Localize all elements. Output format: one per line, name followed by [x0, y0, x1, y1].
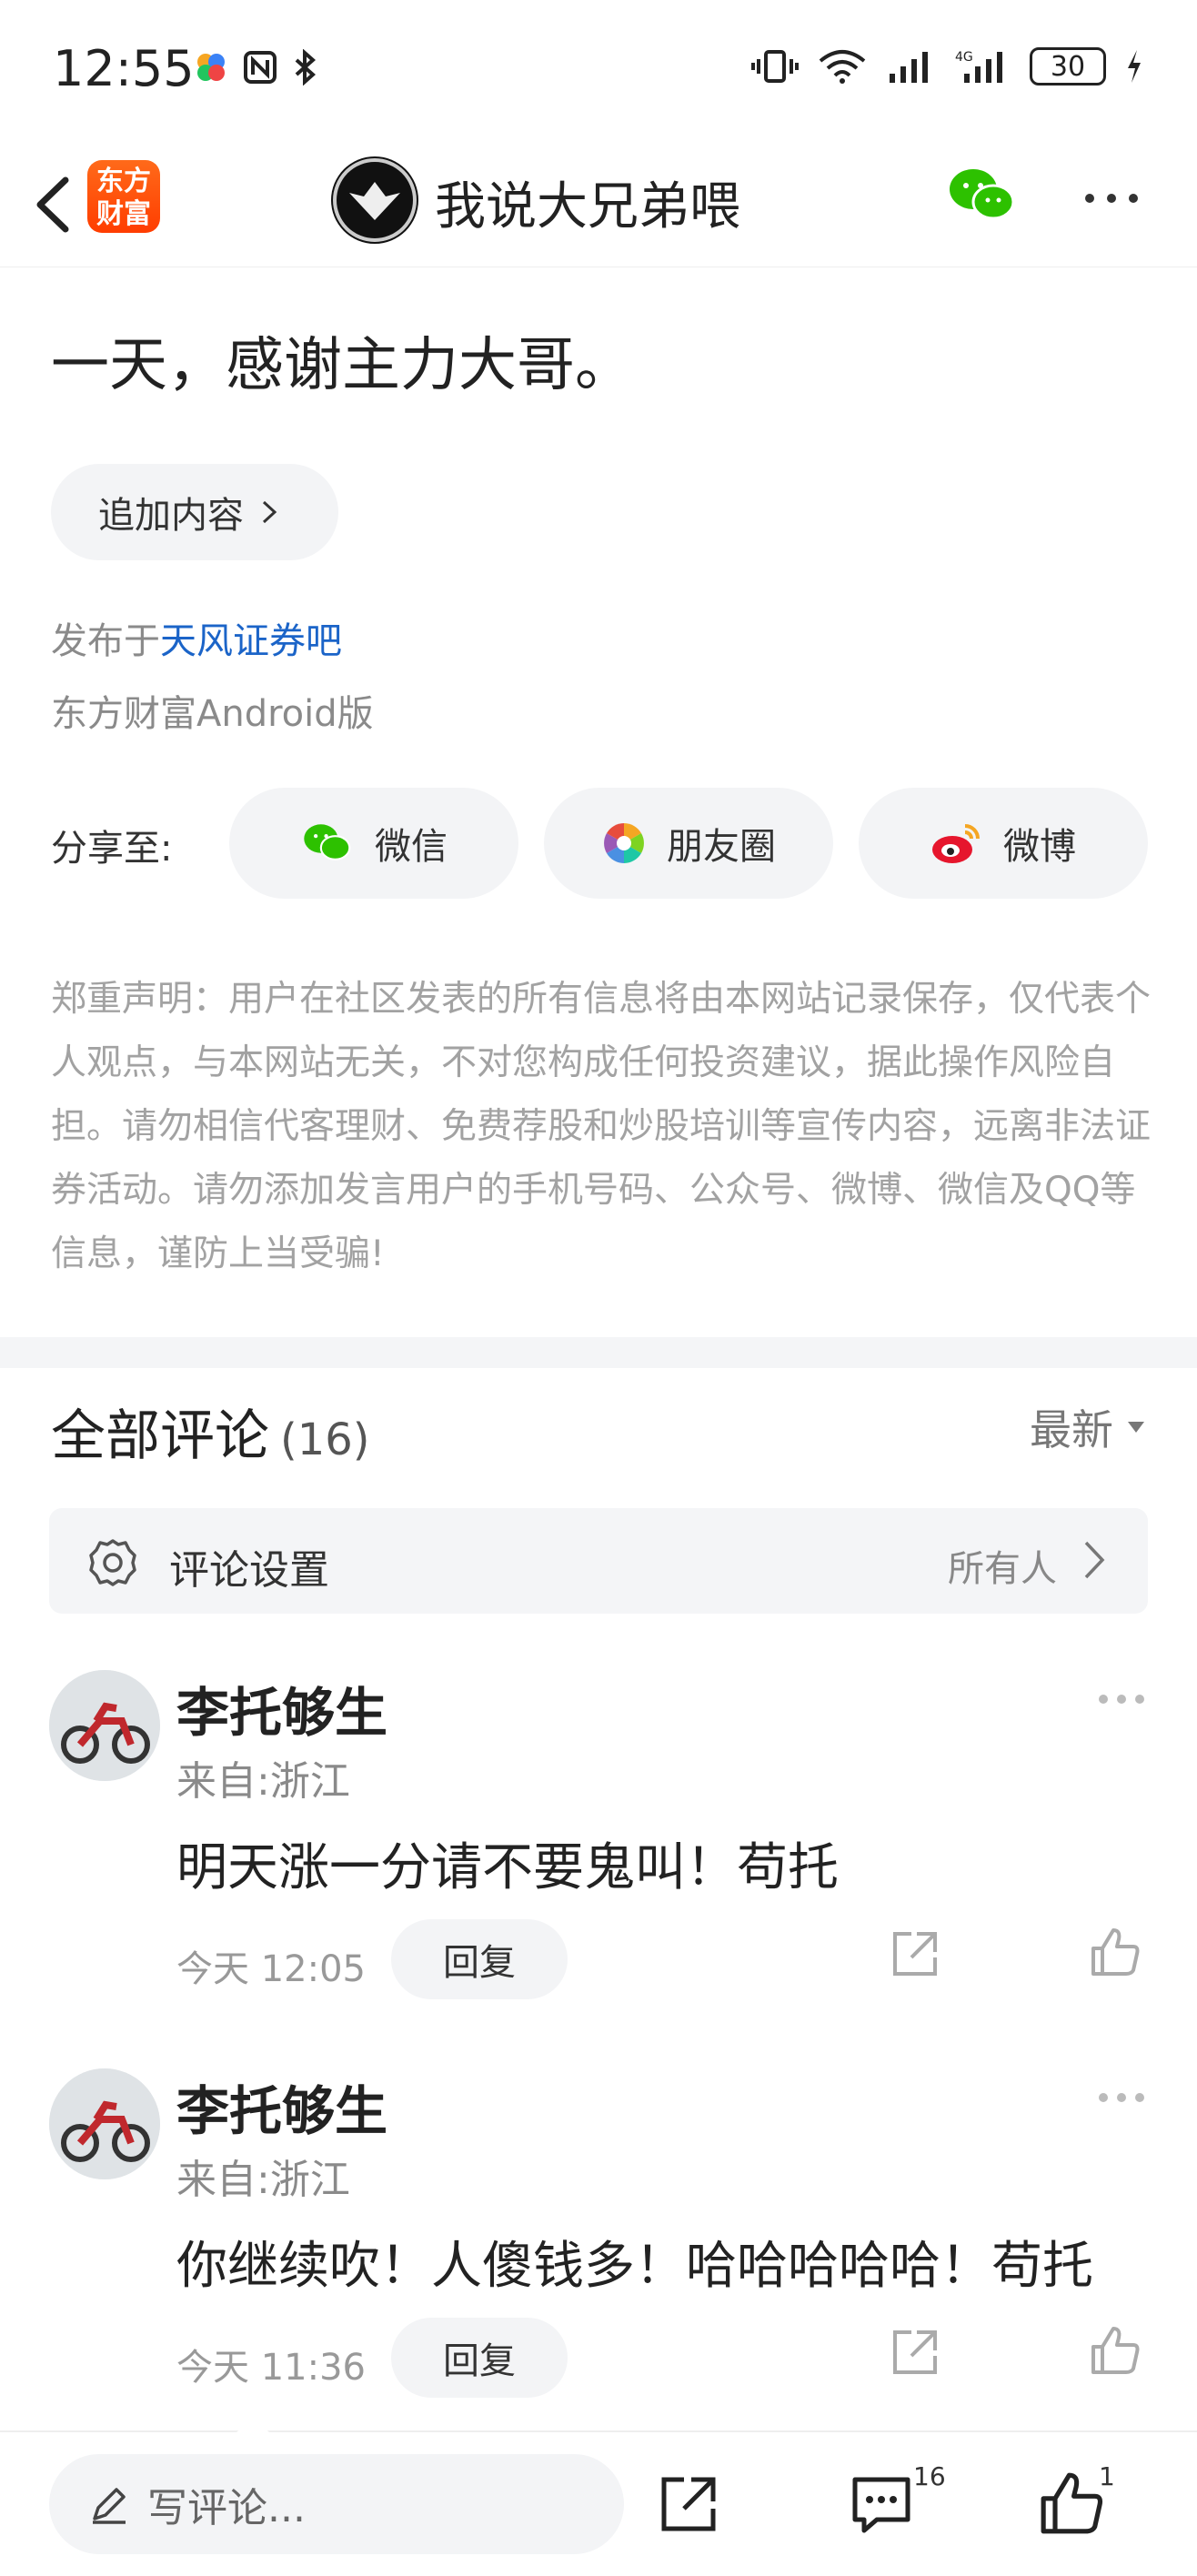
bar-notch: [236, 2418, 269, 2432]
truncated-text-line: ……: [53, 258, 155, 284]
comment-text: 明天涨一分请不要鬼叫！苟托: [176, 1838, 839, 1897]
add-content-button[interactable]: 追加内容: [51, 464, 338, 560]
share-icon[interactable]: [890, 1928, 940, 1979]
write-comment-input[interactable]: 写评论...: [49, 2454, 624, 2554]
bluetooth-icon: [295, 49, 317, 86]
write-comment-placeholder: 写评论...: [147, 2485, 306, 2531]
comments-title: 全部评论 (16): [51, 1392, 370, 1471]
share-label: 分享至:: [51, 828, 173, 870]
share-wechat-label: 微信: [375, 826, 448, 868]
comment-settings-row[interactable]: 评论设置 所有人: [49, 1508, 1148, 1614]
thumbs-up-icon[interactable]: [1090, 1927, 1141, 1977]
svg-text:4G: 4G: [955, 50, 973, 65]
author-avatar[interactable]: [331, 156, 418, 244]
commenter-name[interactable]: 李托够生: [176, 1670, 387, 1746]
app-notification-icon: [197, 54, 225, 81]
chevron-right-icon: [262, 500, 277, 524]
sort-label: 最新: [1030, 1405, 1113, 1454]
signal-4g-icon: 4G: [955, 50, 1002, 83]
chevron-right-icon: [1084, 1541, 1105, 1579]
share-weibo-label: 微博: [1003, 826, 1076, 868]
wechat-icon: [304, 824, 351, 860]
more-options-icon[interactable]: [1097, 2090, 1146, 2105]
charging-icon: [1128, 50, 1141, 83]
comments-title-label: 全部评论: [51, 1404, 269, 1468]
commenter-location: 来自:浙江: [176, 2157, 350, 2203]
app-logo[interactable]: 东方财富: [87, 160, 160, 233]
published-prefix: 发布于: [51, 620, 160, 662]
share-row: 分享至: 微信 朋友圈 微博: [0, 788, 1197, 899]
gear-icon: [89, 1539, 136, 1586]
thumbs-up-icon[interactable]: [1039, 2470, 1104, 2536]
comment-time: 今天 12:05: [176, 1948, 366, 1990]
share-icon[interactable]: [890, 2327, 940, 2378]
share-weibo-button[interactable]: 微博: [859, 788, 1148, 899]
wifi-icon: [819, 50, 866, 84]
comments-count: (16): [280, 1414, 370, 1465]
battery-indicator: 30: [1030, 47, 1106, 86]
comment-count-badge: 16: [913, 2461, 946, 2491]
post-body-text: 一天，感谢主力大哥。: [51, 332, 633, 399]
more-options-icon[interactable]: [1082, 189, 1141, 207]
weibo-icon: [932, 824, 980, 863]
vibrate-icon: [751, 50, 799, 83]
status-bar: 12:55 4G 30: [0, 0, 1197, 146]
pencil-icon: [93, 2488, 126, 2524]
moments-icon: [604, 823, 644, 863]
bottom-action-bar: 写评论... 16 1: [0, 2418, 1197, 2576]
share-wechat-button[interactable]: 微信: [229, 788, 518, 899]
wechat-icon[interactable]: [946, 164, 1019, 227]
comment-settings-value: 所有人: [948, 1548, 1057, 1590]
caret-down-icon: [1128, 1422, 1144, 1433]
section-divider: [0, 1337, 1197, 1368]
commenter-avatar[interactable]: [49, 2068, 160, 2179]
author-name[interactable]: 我说大兄弟喂: [435, 166, 740, 239]
sort-dropdown[interactable]: 最新: [1030, 1397, 1146, 1457]
commenter-name[interactable]: 李托够生: [176, 2068, 387, 2145]
back-arrow-icon[interactable]: [25, 164, 80, 246]
share-moments-label: 朋友圈: [667, 826, 776, 868]
post-source: 东方财富Android版: [51, 693, 374, 735]
like-count-badge: 1: [1099, 2461, 1115, 2491]
comment-time: 今天 11:36: [176, 2347, 366, 2389]
comment-icon[interactable]: [850, 2472, 913, 2536]
bar-link[interactable]: 天风证券吧: [160, 620, 342, 662]
commenter-avatar[interactable]: [49, 1670, 160, 1781]
commenter-location: 来自:浙江: [176, 1758, 350, 1805]
disclaimer-text: 郑重声明：用户在社区发表的所有信息将由本网站记录保存，仅代表个人观点，与本网站无…: [51, 979, 1152, 1274]
status-time: 12:55: [53, 40, 195, 97]
published-in: 发布于天风证券吧: [51, 611, 342, 664]
thumbs-up-icon[interactable]: [1090, 2325, 1141, 2376]
reply-button[interactable]: 回复: [391, 1919, 568, 1999]
share-moments-button[interactable]: 朋友圈: [544, 788, 833, 899]
status-left-icons: [193, 49, 318, 86]
signal-icon: [890, 52, 928, 83]
status-right-icons: 4G 30: [751, 47, 1144, 86]
add-content-label: 追加内容: [98, 495, 244, 537]
share-icon[interactable]: [657, 2472, 720, 2536]
more-options-icon[interactable]: [1097, 1692, 1146, 1706]
comment-text: 你继续吹！人傻钱多！哈哈哈哈哈！苟托: [176, 2237, 1093, 2296]
nfc-icon: [244, 51, 277, 84]
comment-settings-label: 评论设置: [169, 1547, 329, 1594]
top-nav-bar: 东方财富 我说大兄弟喂: [0, 146, 1197, 267]
reply-button[interactable]: 回复: [391, 2318, 568, 2398]
